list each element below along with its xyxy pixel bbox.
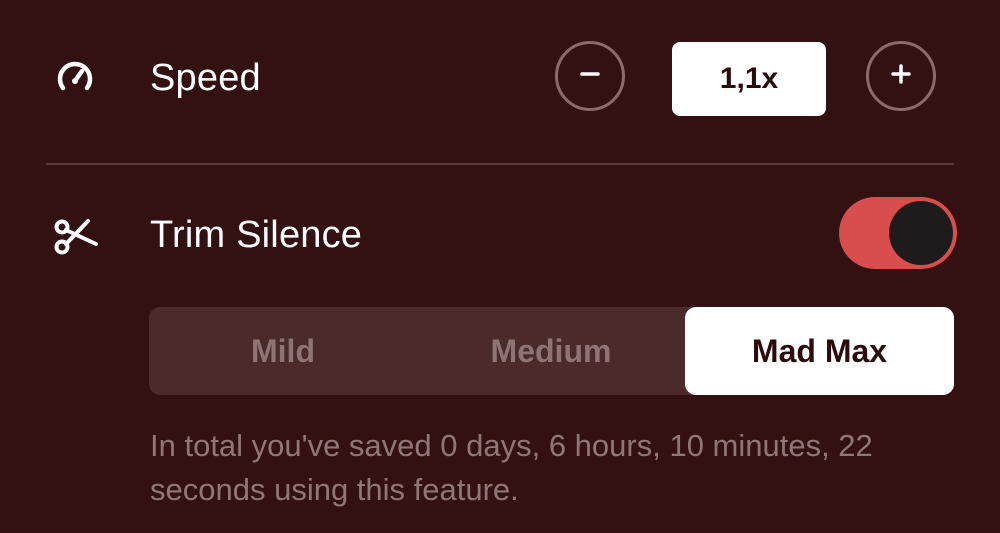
trim-silence-toggle[interactable]	[839, 197, 957, 269]
segment-mad-max[interactable]: Mad Max	[685, 307, 954, 395]
speed-label: Speed	[150, 57, 261, 99]
minus-icon	[578, 62, 602, 91]
section-divider	[46, 163, 954, 165]
scissors-icon	[50, 210, 100, 260]
plus-icon	[889, 62, 913, 91]
increase-speed-button[interactable]	[866, 41, 936, 111]
trim-silence-row: Trim Silence	[0, 195, 1000, 275]
segment-medium[interactable]: Medium	[417, 307, 685, 395]
time-saved-note: In total you've saved 0 days, 6 hours, 1…	[150, 428, 873, 507]
speed-value: 1,1x	[672, 42, 826, 116]
trim-silence-label: Trim Silence	[150, 214, 363, 256]
segment-mild[interactable]: Mild	[149, 307, 417, 395]
decrease-speed-button[interactable]	[555, 41, 625, 111]
speedometer-icon	[50, 53, 100, 103]
toggle-knob	[889, 201, 953, 265]
trim-level-segmented-control: Mild Medium Mad Max	[149, 307, 954, 395]
speed-row: Speed 1,1x	[0, 38, 1000, 118]
